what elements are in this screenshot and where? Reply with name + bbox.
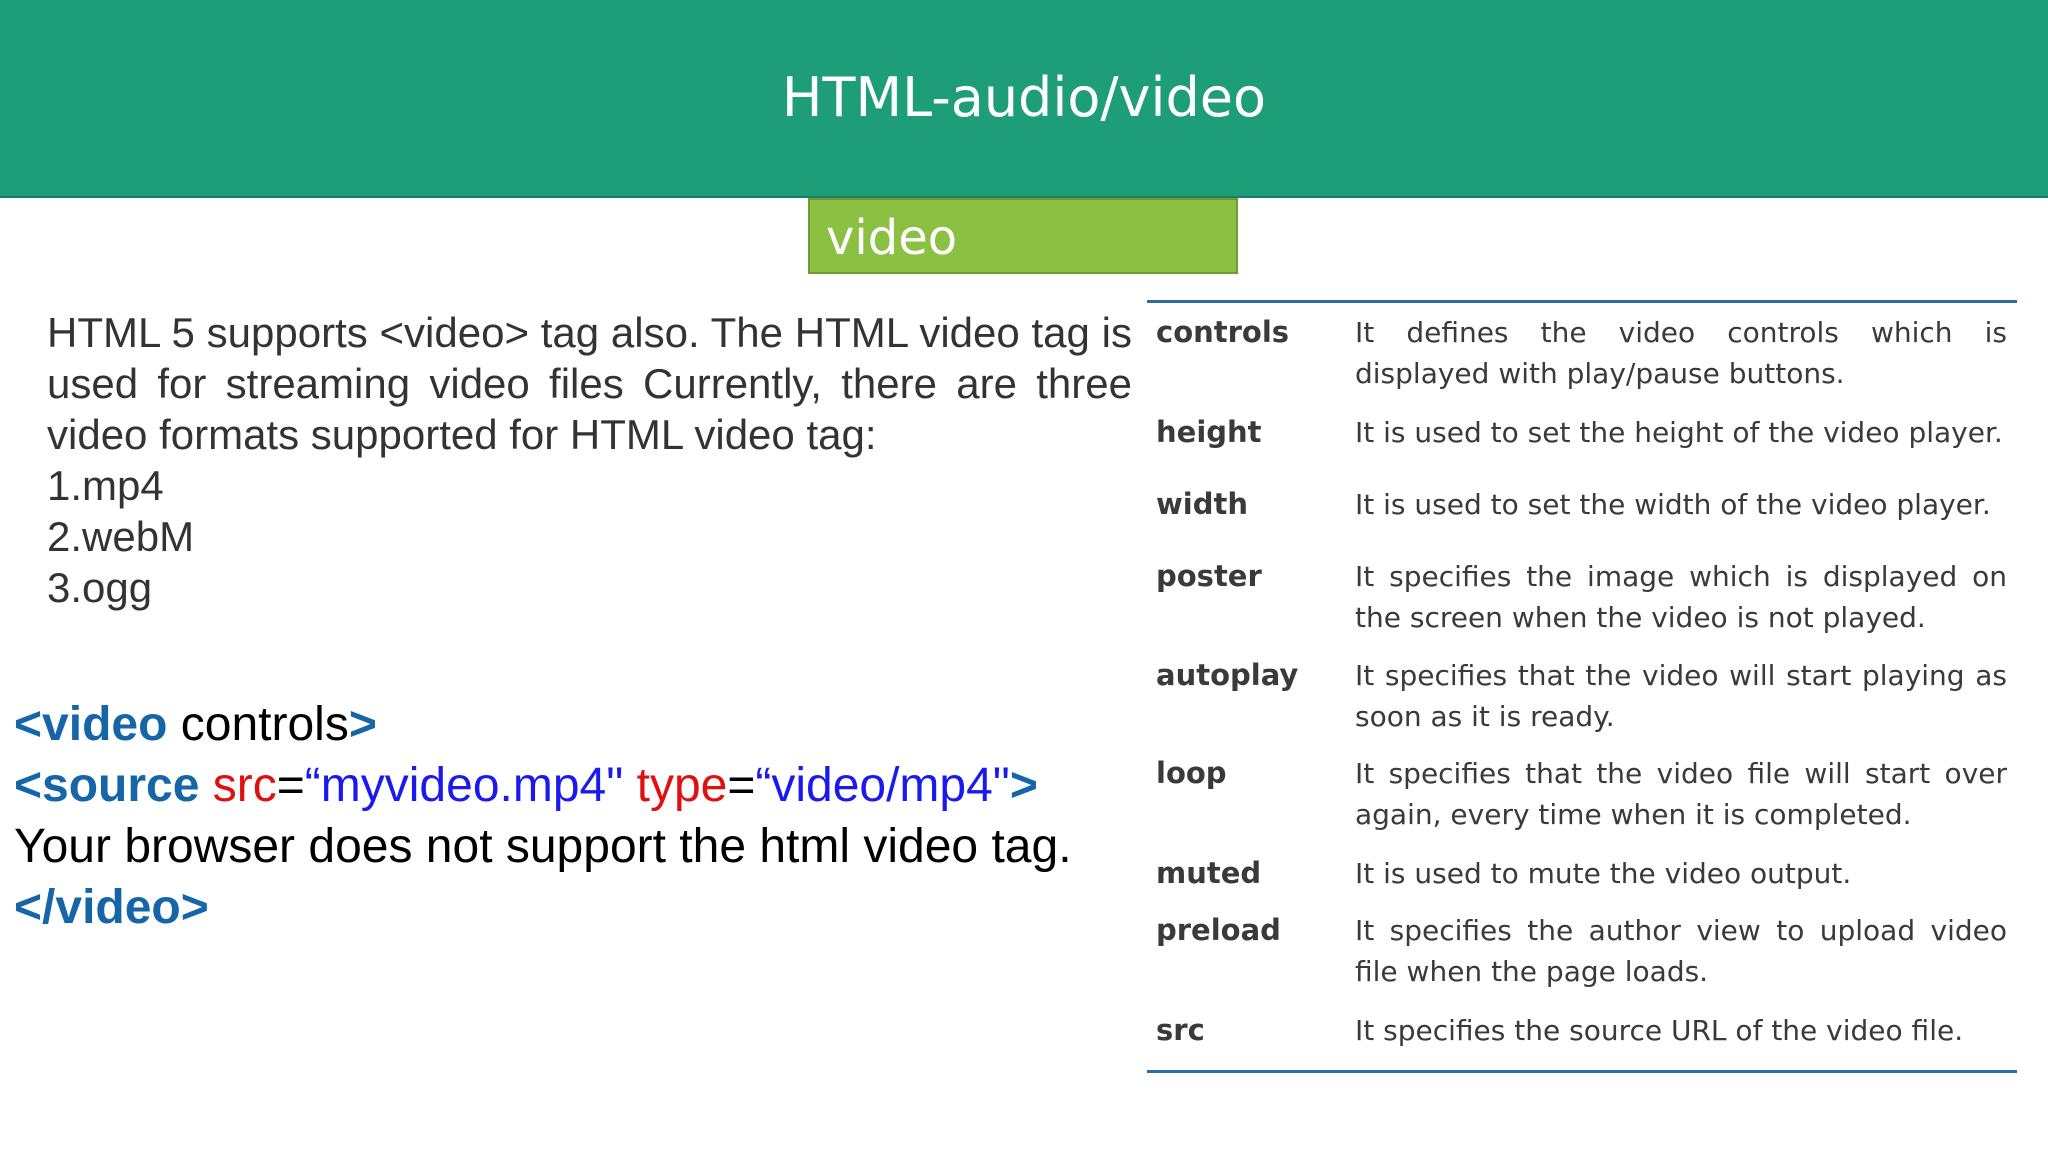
format-item: 2.webM xyxy=(47,513,195,560)
attribute-description: It specifies that the video will start p… xyxy=(1355,659,2007,733)
code-attribute: src xyxy=(199,759,277,812)
slide-header: HTML-audio/video xyxy=(0,0,2048,198)
section-label: video xyxy=(826,210,958,266)
slide-title: HTML-audio/video xyxy=(781,66,1267,129)
intro-text: HTML 5 supports <video> tag also. The HT… xyxy=(47,307,1132,613)
attribute-name: src xyxy=(1156,1013,1205,1047)
attribute-description: It specifies the image which is displaye… xyxy=(1355,560,2007,634)
attribute-name: height xyxy=(1156,415,1262,449)
code-value: “myvideo.mp4" xyxy=(304,759,624,812)
code-tag: <source xyxy=(14,759,200,812)
code-tag: > xyxy=(348,698,377,751)
attribute-description: It specifies that the video file will st… xyxy=(1355,757,2007,831)
code-line-video-open: <video controls> xyxy=(14,694,1164,755)
code-equals: = xyxy=(727,759,756,812)
attribute-name: loop xyxy=(1156,756,1227,790)
section-label-box: video xyxy=(808,198,1238,274)
attribute-description: It is used to set the width of the video… xyxy=(1355,488,1991,521)
attribute-name: poster xyxy=(1156,559,1262,593)
code-equals: = xyxy=(276,759,305,812)
code-attribute: type xyxy=(623,759,728,812)
intro-paragraph: HTML 5 supports <video> tag also. The HT… xyxy=(47,309,1132,458)
code-value: “video/mp4" xyxy=(755,759,1010,812)
table-bottom-rule xyxy=(1147,1070,2017,1073)
attribute-description: It specifies the source URL of the video… xyxy=(1355,1014,1964,1047)
attribute-name: width xyxy=(1156,487,1248,521)
format-item: 1.mp4 xyxy=(47,462,164,509)
format-item: 3.ogg xyxy=(47,564,153,611)
attribute-name: muted xyxy=(1156,856,1262,890)
attribute-description: It specifies the author view to upload v… xyxy=(1355,914,2007,988)
format-list: 1.mp4 2.webM 3.ogg xyxy=(47,460,1132,613)
code-tag: > xyxy=(1009,759,1038,812)
attribute-name: controls xyxy=(1156,315,1290,349)
attribute-description: It is used to mute the video output. xyxy=(1355,857,1852,890)
code-attribute: controls xyxy=(167,698,349,751)
attribute-name: preload xyxy=(1156,913,1281,947)
attribute-description: It defines the video controls which is d… xyxy=(1355,316,2007,390)
table-top-rule xyxy=(1147,300,2017,303)
code-example: <video controls> <source src=“myvideo.mp… xyxy=(14,694,1164,938)
code-line-fallback: Your browser does not support the html v… xyxy=(14,820,1072,873)
code-line-video-close: </video> xyxy=(14,881,209,934)
attribute-description: It is used to set the height of the vide… xyxy=(1355,416,2003,449)
code-line-source: <source src=“myvideo.mp4" type=“video/mp… xyxy=(14,755,1164,816)
attribute-name: autoplay xyxy=(1156,658,1299,692)
code-tag: <video xyxy=(14,698,168,751)
